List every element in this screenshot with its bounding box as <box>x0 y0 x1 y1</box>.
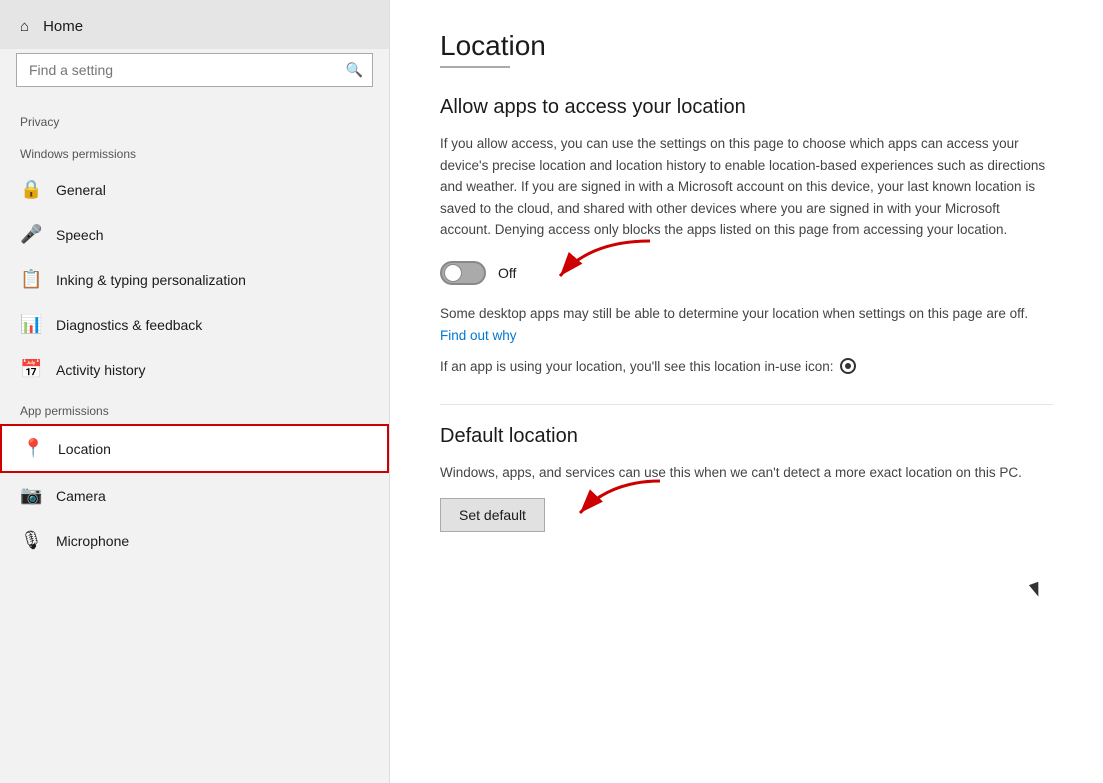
toggle-annotation-container: Off <box>440 261 1053 285</box>
sidebar-item-speech[interactable]: 🎤 Speech <box>0 212 389 257</box>
lock-icon: 🔒 <box>20 179 42 200</box>
sidebar-home-item[interactable]: ⌂ Home <box>0 0 389 49</box>
search-input[interactable] <box>16 53 373 87</box>
search-icon: 🔍 <box>346 62 363 79</box>
sidebar-item-microphone[interactable]: 🎙 Microphone <box>0 518 389 563</box>
sidebar-item-microphone-label: Microphone <box>56 533 129 549</box>
section1-description: If you allow access, you can use the set… <box>440 133 1053 241</box>
microphone-icon: 🎙 <box>20 530 42 551</box>
section1-heading: Allow apps to access your location <box>440 96 1053 119</box>
location-in-use-icon <box>840 358 856 374</box>
toggle-knob <box>444 264 462 282</box>
location-icon-note: If an app is using your location, you'll… <box>440 358 1053 374</box>
toggle-label: Off <box>498 265 516 281</box>
app-permissions-label: App permissions <box>0 392 389 424</box>
home-icon: ⌂ <box>20 18 29 35</box>
section-divider <box>440 404 1053 405</box>
sidebar-item-diagnostics-label: Diagnostics & feedback <box>56 317 202 333</box>
inking-icon: 📋 <box>20 269 42 290</box>
sidebar-item-speech-label: Speech <box>56 227 103 243</box>
toggle-row: Off <box>440 261 1053 285</box>
desktop-apps-note-text: Some desktop apps may still be able to d… <box>440 306 1028 321</box>
sidebar-item-diagnostics[interactable]: 📊 Diagnostics & feedback <box>0 302 389 347</box>
page-title: Location <box>440 30 1053 62</box>
location-toggle[interactable] <box>440 261 486 285</box>
sidebar-item-inking-label: Inking & typing personalization <box>56 272 246 288</box>
sidebar-item-camera[interactable]: 📷 Camera <box>0 473 389 518</box>
sidebar-item-general[interactable]: 🔒 General <box>0 167 389 212</box>
default-location-annotation-container: Windows, apps, and services can use this… <box>440 462 1053 532</box>
sidebar-search-container: 🔍 <box>16 53 373 87</box>
camera-icon: 📷 <box>20 485 42 506</box>
sidebar-item-location[interactable]: 📍 Location <box>0 424 389 473</box>
desktop-apps-note: Some desktop apps may still be able to d… <box>440 303 1053 346</box>
set-default-button[interactable]: Set default <box>440 498 545 532</box>
windows-permissions-label: Windows permissions <box>0 135 389 167</box>
sidebar-item-general-label: General <box>56 182 106 198</box>
location-icon-note-text: If an app is using your location, you'll… <box>440 359 834 374</box>
page-title-underline <box>440 66 510 68</box>
find-out-why-link[interactable]: Find out why <box>440 328 517 343</box>
sidebar-item-camera-label: Camera <box>56 488 106 504</box>
sidebar-item-inking[interactable]: 📋 Inking & typing personalization <box>0 257 389 302</box>
section2-heading: Default location <box>440 425 1053 448</box>
activity-icon: 📅 <box>20 359 42 380</box>
privacy-label: Privacy <box>0 103 389 135</box>
sidebar-item-location-label: Location <box>58 441 111 457</box>
location-icon: 📍 <box>22 438 44 459</box>
sidebar: ⌂ Home 🔍 Privacy Windows permissions 🔒 G… <box>0 0 390 783</box>
speech-icon: 🎤 <box>20 224 42 245</box>
diagnostics-icon: 📊 <box>20 314 42 335</box>
sidebar-home-label: Home <box>43 18 83 35</box>
default-location-desc: Windows, apps, and services can use this… <box>440 462 1053 484</box>
sidebar-item-activity[interactable]: 📅 Activity history <box>0 347 389 392</box>
main-content: Location Allow apps to access your locat… <box>390 0 1103 783</box>
sidebar-item-activity-label: Activity history <box>56 362 145 378</box>
